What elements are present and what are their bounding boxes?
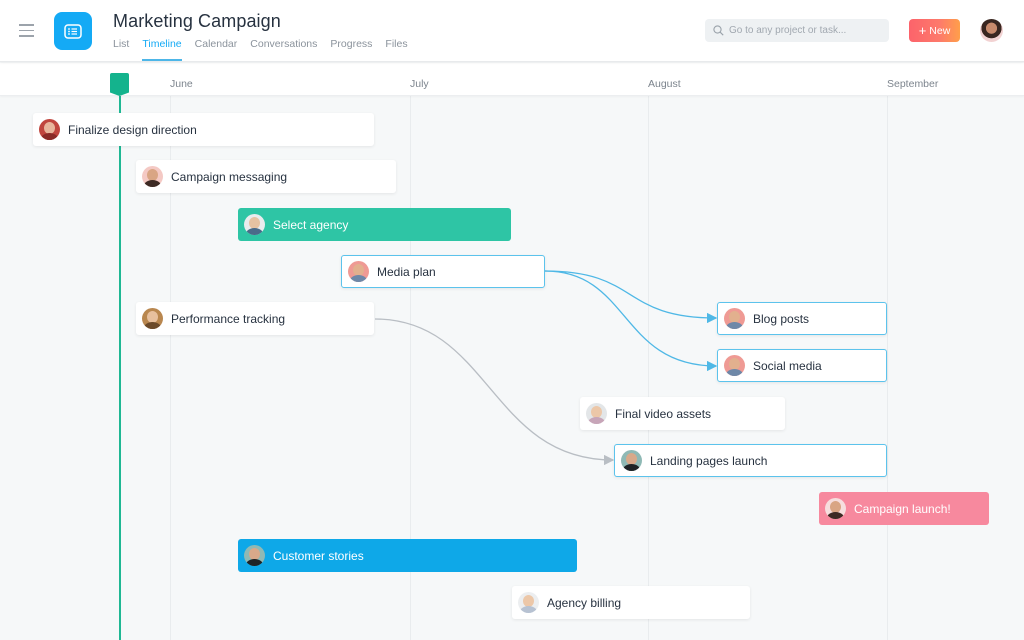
task-bar[interactable]: Media plan	[341, 255, 545, 288]
month-header: June July August September	[0, 63, 1024, 96]
tab-files[interactable]: Files	[385, 38, 407, 61]
assignee-avatar	[142, 166, 163, 187]
task-name: Blog posts	[753, 311, 810, 326]
task-name: Landing pages launch	[650, 453, 768, 468]
month-gridline	[887, 96, 888, 640]
user-avatar[interactable]	[980, 19, 1003, 42]
tab-timeline[interactable]: Timeline	[142, 38, 182, 61]
task-name: Campaign messaging	[171, 169, 288, 184]
task-bar[interactable]: Finalize design direction	[33, 113, 374, 146]
hamburger-menu-icon[interactable]	[19, 24, 34, 37]
task-bar[interactable]: Customer stories	[238, 539, 577, 572]
task-name: Customer stories	[273, 548, 364, 563]
month-label-september: September	[887, 78, 939, 90]
search-box[interactable]	[705, 19, 889, 42]
project-icon	[54, 12, 92, 50]
project-tabs: List Timeline Calendar Conversations Pro…	[113, 38, 408, 61]
assignee-avatar	[142, 308, 163, 329]
task-bar[interactable]: Blog posts	[717, 302, 887, 335]
today-marker-line	[119, 95, 121, 640]
assignee-avatar	[825, 498, 846, 519]
task-bar[interactable]: Landing pages launch	[614, 444, 887, 477]
assignee-avatar	[586, 403, 607, 424]
task-bar[interactable]: Final video assets	[580, 397, 785, 430]
assignee-avatar	[621, 450, 642, 471]
task-name: Media plan	[377, 264, 436, 279]
month-label-june: June	[170, 78, 193, 90]
task-bar[interactable]: Social media	[717, 349, 887, 382]
top-bar: Marketing Campaign List Timeline Calenda…	[0, 0, 1024, 62]
new-button[interactable]: + New	[909, 19, 960, 42]
month-label-july: July	[410, 78, 429, 90]
task-name: Performance tracking	[171, 311, 286, 326]
assignee-avatar	[724, 308, 745, 329]
task-name: Select agency	[273, 217, 349, 232]
task-bar[interactable]: Select agency	[238, 208, 511, 241]
dependency-media-plan-to-social-media	[544, 270, 718, 372]
plus-icon: +	[918, 23, 927, 38]
task-name: Social media	[753, 358, 822, 373]
search-icon	[713, 25, 724, 36]
tab-progress[interactable]: Progress	[330, 38, 372, 61]
dependency-media-plan-to-blog-posts	[544, 270, 718, 324]
tab-list[interactable]: List	[113, 38, 129, 61]
assignee-avatar	[518, 592, 539, 613]
task-name: Final video assets	[615, 406, 712, 421]
assignee-avatar	[244, 545, 265, 566]
task-bar[interactable]: Campaign launch!	[819, 492, 989, 525]
task-name: Agency billing	[547, 595, 622, 610]
assignee-avatar	[244, 214, 265, 235]
new-button-label: New	[929, 24, 951, 37]
tab-calendar[interactable]: Calendar	[195, 38, 238, 61]
month-gridline	[648, 96, 649, 640]
task-name: Campaign launch!	[854, 501, 951, 516]
task-bar[interactable]: Campaign messaging	[136, 160, 396, 193]
tab-conversations[interactable]: Conversations	[250, 38, 317, 61]
task-bar[interactable]: Agency billing	[512, 586, 750, 619]
task-bar[interactable]: Performance tracking	[136, 302, 374, 335]
assignee-avatar	[348, 261, 369, 282]
task-name: Finalize design direction	[68, 122, 197, 137]
assignee-avatar	[724, 355, 745, 376]
assignee-avatar	[39, 119, 60, 140]
today-marker-handle[interactable]	[110, 73, 129, 96]
project-title: Marketing Campaign	[113, 11, 281, 31]
month-label-august: August	[648, 78, 681, 90]
search-input[interactable]	[729, 25, 879, 36]
project-list-icon	[64, 23, 82, 39]
